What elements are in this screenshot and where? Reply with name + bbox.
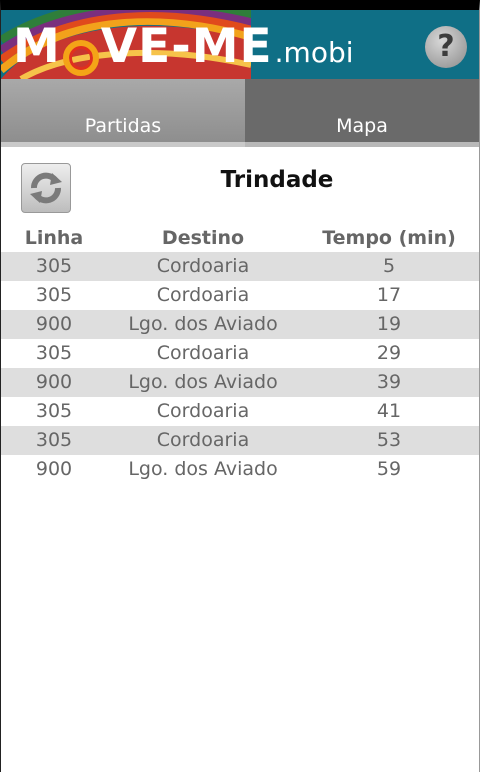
app-header: M VE-ME .mobi ? [1,10,479,79]
cell-tempo: 29 [376,342,402,364]
header-tempo: Tempo (min) [322,227,456,249]
cell-destino: Cordoaria [156,342,250,364]
cell-destino: Lgo. dos Aviado [128,371,278,393]
logo-text-m: M [13,19,61,74]
cell-destino: Cordoaria [156,429,250,451]
help-icon: ? [437,29,455,64]
cell-linha: 305 [35,284,73,306]
tab-bar: Partidas Mapa [1,79,479,147]
table-row[interactable]: 305 Cordoaria 53 [1,426,479,455]
table-row[interactable]: 305 Cordoaria 17 [1,281,479,310]
table-row[interactable]: 900 Lgo. dos Aviado 39 [1,368,479,397]
tab-partidas[interactable]: Partidas [1,79,245,147]
cell-tempo: 59 [376,458,402,480]
cell-destino: Cordoaria [156,400,250,422]
logo-ring-icon [62,40,99,76]
tab-mapa-label: Mapa [336,115,388,137]
cell-tempo: 19 [376,313,402,335]
header-linha: Linha [24,227,84,249]
cell-tempo: 53 [376,429,402,451]
departures-table: Linha Destino Tempo (min) 305 Cordoaria 5 3… [1,224,479,484]
table-row[interactable]: 900 Lgo. dos Aviado 19 [1,310,479,339]
app-logo: M VE-ME .mobi [13,14,354,76]
stop-title: Trindade [220,167,334,193]
tab-partidas-label: Partidas [84,115,162,137]
cell-linha: 305 [35,342,73,364]
header-destino: Destino [161,227,245,249]
cell-linha: 305 [35,255,73,277]
cell-destino: Lgo. dos Aviado [128,458,278,480]
cell-linha: 900 [35,371,73,393]
logo-text-suffix: .mobi [274,36,354,69]
logo-text-main: VE-ME [100,19,273,74]
cell-tempo: 5 [382,255,396,277]
cell-tempo: 41 [376,400,402,422]
refresh-button[interactable] [21,163,71,213]
table-row[interactable]: 305 Cordoaria 5 [1,252,479,281]
cell-destino: Lgo. dos Aviado [128,313,278,335]
help-button[interactable]: ? [425,26,467,68]
cell-tempo: 39 [376,371,402,393]
cell-linha: 900 [35,313,73,335]
refresh-icon [30,172,62,204]
tab-mapa[interactable]: Mapa [245,79,479,147]
table-row[interactable]: 305 Cordoaria 29 [1,339,479,368]
cell-linha: 900 [35,458,73,480]
table-row[interactable]: 305 Cordoaria 41 [1,397,479,426]
cell-linha: 305 [35,429,73,451]
table-header-row: Linha Destino Tempo (min) [1,224,479,252]
table-row[interactable]: 900 Lgo. dos Aviado 59 [1,455,479,484]
cell-linha: 305 [35,400,73,422]
cell-destino: Cordoaria [156,284,250,306]
cell-tempo: 17 [376,284,402,306]
cell-destino: Cordoaria [156,255,250,277]
